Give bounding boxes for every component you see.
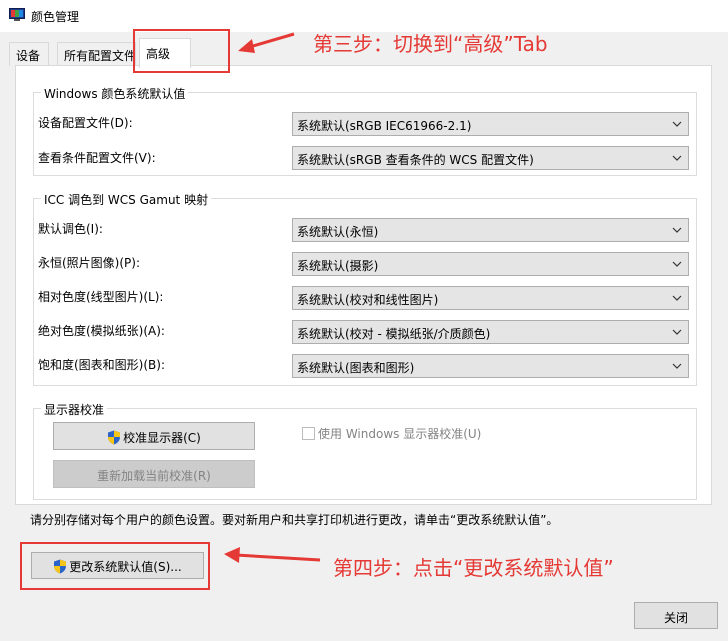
tab-label: 高级: [146, 47, 171, 61]
default-rendering-label: 默认调色(I):: [38, 222, 103, 236]
relative-colorimetric-select[interactable]: 系统默认(校对和线性图片): [292, 286, 689, 310]
step3-annotation: 第三步：切换到“高级”Tab: [313, 32, 548, 56]
chevron-down-icon: [672, 121, 682, 127]
chevron-down-icon: [672, 363, 682, 369]
tab-devices[interactable]: 设备: [9, 42, 49, 66]
color-management-icon: [9, 8, 25, 21]
device-profile-label: 设备配置文件(D):: [38, 116, 133, 130]
step4-annotation: 第四步：点击“更改系统默认值”: [333, 556, 614, 580]
chevron-down-icon: [672, 227, 682, 233]
group-title: Windows 颜色系统默认值: [41, 85, 189, 102]
chevron-down-icon: [672, 295, 682, 301]
tab-all-profiles[interactable]: 所有配置文件: [57, 42, 136, 66]
chevron-down-icon: [672, 329, 682, 335]
perceptual-label: 永恒(照片图像)(P):: [38, 256, 141, 270]
select-value: 系统默认(校对 - 模拟纸张/介质颜色): [297, 327, 491, 341]
select-value: 系统默认(sRGB 查看条件的 WCS 配置文件): [297, 153, 534, 167]
use-windows-calibration-label: 使用 Windows 显示器校准(U): [318, 427, 482, 441]
advanced-panel: Windows 颜色系统默认值 设备配置文件(D): 系统默认(sRGB IEC…: [15, 65, 712, 505]
group-title: ICC 调色到 WCS Gamut 映射: [41, 191, 212, 208]
select-value: 系统默认(sRGB IEC61966-2.1): [297, 119, 472, 133]
saturation-label: 饱和度(图表和图形)(B):: [38, 358, 166, 372]
absolute-colorimetric-select[interactable]: 系统默认(校对 - 模拟纸张/介质颜色): [292, 320, 689, 344]
select-value: 系统默认(永恒): [297, 225, 379, 239]
select-value: 系统默认(图表和图形): [297, 361, 415, 375]
use-windows-calibration-checkbox[interactable]: [302, 427, 315, 440]
close-button[interactable]: 关闭: [634, 602, 718, 629]
default-rendering-select[interactable]: 系统默认(永恒): [292, 218, 689, 242]
device-profile-select[interactable]: 系统默认(sRGB IEC61966-2.1): [292, 112, 689, 136]
select-value: 系统默认(摄影): [297, 259, 379, 273]
uac-shield-icon: [108, 430, 121, 445]
settings-note: 请分别存储对每个用户的颜色设置。要对新用户和共享打印机进行更改，请单击“更改系统…: [30, 513, 559, 527]
perceptual-select[interactable]: 系统默认(摄影): [292, 252, 689, 276]
absolute-colorimetric-label: 绝对色度(模拟纸张)(A):: [38, 324, 165, 338]
step4-arrow-icon: [224, 547, 321, 563]
button-label: 重新加载当前校准(R): [97, 469, 211, 483]
viewing-conditions-select[interactable]: 系统默认(sRGB 查看条件的 WCS 配置文件): [292, 146, 689, 170]
button-label: 关闭: [663, 611, 688, 625]
calibrate-display-button[interactable]: 校准显示器(C): [53, 422, 255, 450]
reload-calibration-button: 重新加载当前校准(R): [53, 460, 255, 488]
button-label: 校准显示器(C): [123, 431, 201, 445]
chevron-down-icon: [672, 155, 682, 161]
step3-arrow-icon: [238, 32, 295, 53]
tab-label: 设备: [16, 49, 41, 63]
group-title: 显示器校准: [41, 401, 108, 418]
window-title: 颜色管理: [31, 10, 80, 24]
select-value: 系统默认(校对和线性图片): [297, 293, 439, 307]
viewing-conditions-label: 查看条件配置文件(V):: [38, 151, 156, 165]
saturation-select[interactable]: 系统默认(图表和图形): [292, 354, 689, 378]
relative-colorimetric-label: 相对色度(线型图片)(L):: [38, 290, 164, 304]
step4-highlight-box: [20, 542, 210, 590]
tab-label: 所有配置文件: [64, 49, 136, 63]
tab-advanced[interactable]: 高级: [139, 38, 191, 68]
chevron-down-icon: [672, 261, 682, 267]
